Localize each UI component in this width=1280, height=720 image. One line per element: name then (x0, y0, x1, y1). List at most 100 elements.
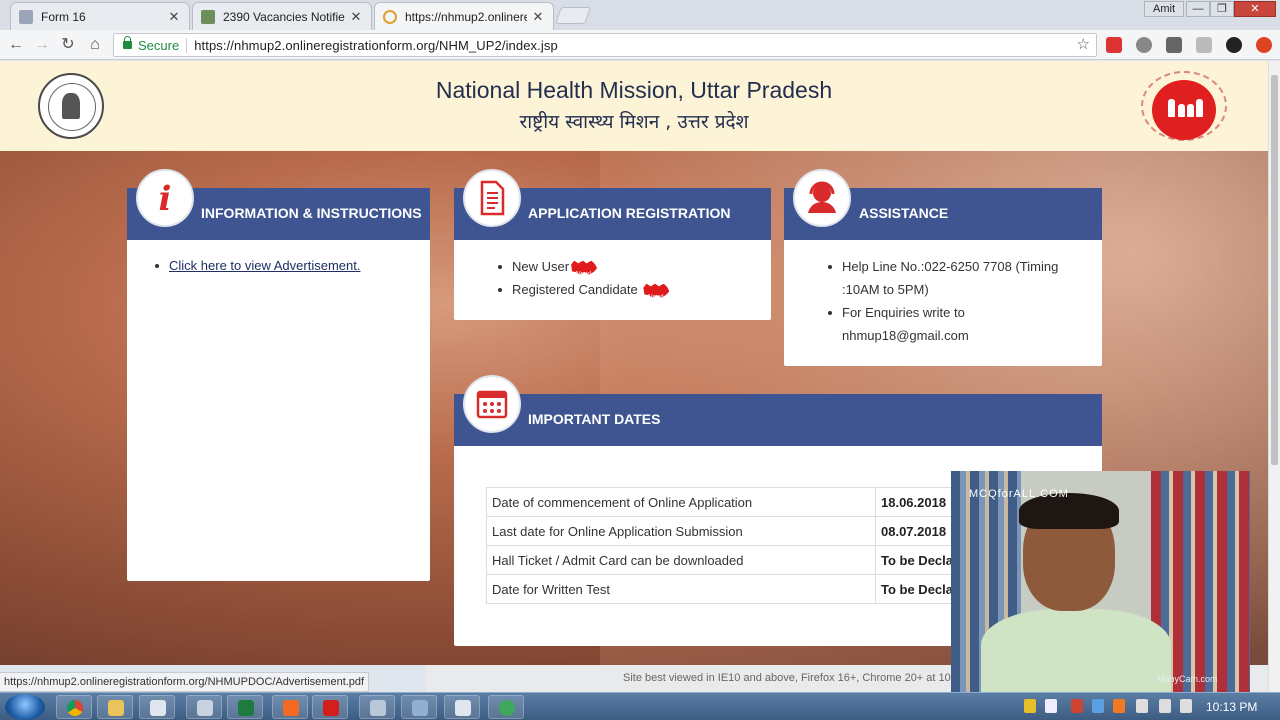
app-taskbar-icon[interactable] (401, 695, 437, 719)
forward-icon[interactable]: → (32, 35, 52, 55)
loading-icon (383, 9, 397, 24)
tab-label: Form 16 (41, 9, 86, 24)
support-agent-icon (793, 169, 851, 227)
volume-icon[interactable] (1180, 699, 1192, 713)
document-icon (463, 169, 521, 227)
chrome-taskbar-icon[interactable] (56, 695, 92, 719)
app-taskbar-icon[interactable] (488, 695, 524, 719)
status-bar-url: https://nhmup2.onlineregistrationform.or… (0, 672, 370, 692)
star-icon[interactable]: ☆ (1077, 35, 1090, 53)
footer-text: Site best viewed in IE10 and above, Fire… (623, 672, 951, 684)
card-header: IMPORTANT DATES (454, 394, 1102, 446)
site-header: National Health Mission, Uttar Pradesh र… (0, 61, 1268, 151)
manycam-logo: ManyCam.com (1157, 674, 1218, 684)
page-icon (19, 9, 33, 24)
date-label: Hall Ticket / Admit Card can be download… (486, 545, 876, 575)
new-badge: New! (643, 283, 670, 298)
info-icon: i (136, 169, 194, 227)
card-title: ASSISTANCE (859, 205, 949, 221)
minimize-button[interactable]: — (1186, 1, 1210, 17)
windows-taskbar: 10:13 PM (0, 692, 1280, 720)
page-scrollbar[interactable] (1268, 61, 1280, 692)
browser-tab-bar: Form 16 ✕ 2390 Vacancies Notified ✕ http… (0, 0, 1280, 30)
person-shirt (981, 609, 1171, 695)
app-taskbar-icon[interactable] (444, 695, 480, 719)
extension-icon[interactable] (1256, 37, 1272, 53)
tray-icon[interactable] (1136, 699, 1148, 713)
watermark-text: MCQforALL.COM (969, 488, 1069, 500)
explorer-taskbar-icon[interactable] (97, 695, 133, 719)
list-item: Click here to view Advertisement. (155, 254, 425, 277)
tab-vacancies[interactable]: 2390 Vacancies Notified ✕ (192, 2, 372, 30)
secure-label: Secure (138, 37, 180, 53)
table-row: Last date for Online Application Submiss… (486, 516, 966, 546)
card-title: APPLICATION REGISTRATION (528, 205, 731, 221)
extension-icon[interactable] (1196, 37, 1212, 53)
app-taskbar-icon[interactable] (359, 695, 395, 719)
registration-list: New User New! Registered Candidate New! (498, 255, 758, 301)
back-icon[interactable]: ← (6, 35, 26, 55)
date-label: Last date for Online Application Submiss… (486, 516, 876, 546)
list-item: Help Line No.:022-6250 7708 (Timing :10A… (828, 255, 1088, 301)
tab-nhm[interactable]: https://nhmup2.onlinere ✕ (374, 2, 554, 30)
reload-icon[interactable]: ↻ (58, 35, 78, 55)
page-icon (201, 9, 215, 24)
tray-icon[interactable] (1024, 699, 1036, 713)
address-bar[interactable]: Secure https://nhmup2.onlineregistration… (113, 33, 1097, 57)
tab-form16[interactable]: Form 16 ✕ (10, 2, 190, 30)
divider (186, 37, 188, 53)
app-taskbar-icon[interactable] (186, 695, 222, 719)
important-dates-table: Date of commencement of Online Applicati… (486, 487, 966, 604)
excel-taskbar-icon[interactable] (227, 695, 263, 719)
extension-icon[interactable] (1106, 37, 1122, 53)
xampp-taskbar-icon[interactable] (272, 695, 308, 719)
close-icon[interactable]: ✕ (531, 9, 545, 25)
extension-icon[interactable] (1226, 37, 1242, 53)
close-icon[interactable]: ✕ (349, 9, 363, 25)
home-icon[interactable]: ⌂ (85, 35, 105, 55)
registered-candidate-link[interactable]: Registered Candidate (512, 282, 638, 297)
page-title: National Health Mission, Uttar Pradesh (435, 77, 833, 103)
taskbar-clock[interactable]: 10:13 PM (1206, 700, 1257, 714)
advertisement-link[interactable]: Click here to view Advertisement. (169, 258, 360, 273)
app-taskbar-icon[interactable] (139, 695, 175, 719)
assistance-card: ASSISTANCE Help Line No.:022-6250 7708 (… (784, 169, 1102, 366)
maximize-button[interactable]: ❐ (1210, 1, 1234, 17)
card-title: IMPORTANT DATES (528, 411, 661, 427)
extension-icon[interactable] (1166, 37, 1182, 53)
tab-label: 2390 Vacancies Notified (223, 9, 345, 24)
lock-icon (123, 36, 132, 49)
list-item[interactable]: Registered Candidate New! (498, 278, 758, 301)
network-icon[interactable] (1159, 699, 1171, 713)
profile-button[interactable]: Amit (1144, 1, 1184, 17)
close-window-button[interactable]: ✕ (1234, 1, 1276, 17)
list-item[interactable]: New User New! (498, 255, 758, 278)
table-row: Date for Written Test To be Decla (486, 574, 966, 604)
scroll-thumb[interactable] (1271, 75, 1278, 465)
start-button[interactable] (5, 694, 45, 720)
close-icon[interactable]: ✕ (167, 9, 181, 25)
tray-icon[interactable] (1071, 699, 1083, 713)
extension-icon[interactable] (1136, 37, 1152, 53)
list-item: For Enquiries write to nhmup18@gmail.com (828, 301, 1088, 347)
info-glyph: i (159, 179, 172, 219)
acrobat-taskbar-icon[interactable] (312, 695, 348, 719)
tray-icon[interactable] (1045, 699, 1057, 713)
table-row: Hall Ticket / Admit Card can be download… (486, 545, 966, 575)
registration-card: APPLICATION REGISTRATION New User New! Re… (454, 169, 771, 320)
card-title: INFORMATION & INSTRUCTIONS (201, 205, 422, 221)
tray-icon[interactable] (1092, 699, 1104, 713)
new-user-link[interactable]: New User (512, 259, 569, 274)
page-subtitle: राष्ट्रीय स्वास्थ्य मिशन , उत्तर प्रदेश (519, 111, 749, 133)
table-row: Date of commencement of Online Applicati… (486, 487, 966, 517)
info-card: INFORMATION & INSTRUCTIONS i Click here … (127, 169, 430, 581)
calendar-icon (463, 375, 521, 433)
url-text[interactable]: https://nhmup2.onlineregistrationform.or… (194, 38, 558, 53)
new-tab-button[interactable] (554, 7, 592, 24)
nhm-logo (1141, 71, 1227, 141)
webcam-overlay: MCQforALL.COM ManyCam.com (951, 471, 1250, 695)
tray-icon[interactable] (1113, 699, 1125, 713)
assistance-list: Help Line No.:022-6250 7708 (Timing :10A… (828, 255, 1088, 347)
browser-toolbar: ← → ↻ ⌂ Secure https://nhmup2.onlineregi… (0, 30, 1280, 60)
info-list: Click here to view Advertisement. (155, 254, 425, 277)
